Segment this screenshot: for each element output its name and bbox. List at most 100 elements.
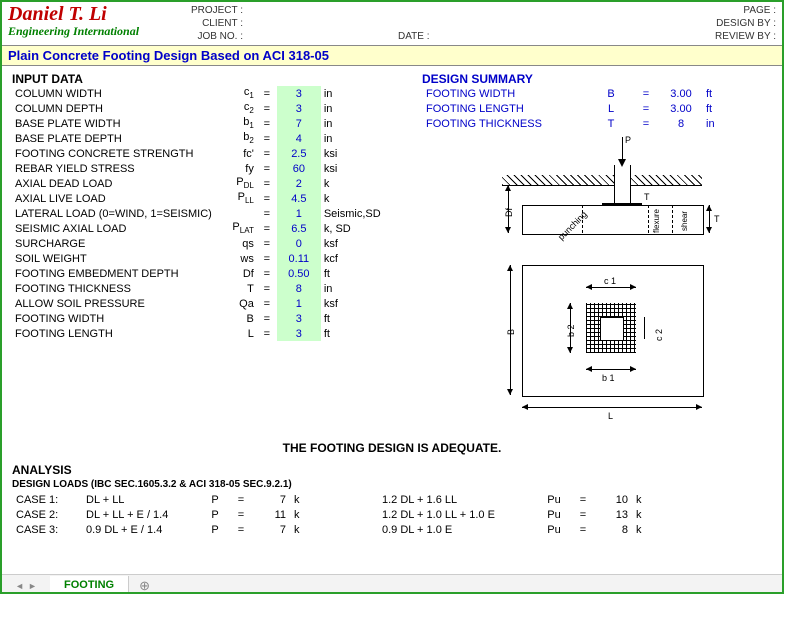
input-unit: ft — [321, 266, 417, 281]
factored-combo: 1.2 DL + 1.6 LL — [378, 492, 536, 507]
Pu-symbol: Pu — [536, 522, 572, 537]
equals: = — [257, 221, 277, 236]
input-symbol: PLAT — [215, 221, 257, 236]
equals: = — [257, 86, 277, 101]
input-value[interactable]: 60 — [277, 161, 321, 176]
client-label: CLIENT : — [178, 17, 243, 30]
input-value[interactable]: 1 — [277, 296, 321, 311]
P-value: 7 — [252, 492, 290, 507]
sum-value: 8 — [660, 116, 702, 131]
equals: = — [257, 176, 277, 191]
P-value: 7 — [252, 522, 290, 537]
input-value[interactable]: 4.5 — [277, 191, 321, 206]
equals: = — [257, 251, 277, 266]
input-desc: FOOTING LENGTH — [12, 326, 215, 341]
diag-B-label: B — [506, 329, 516, 335]
input-value[interactable]: 2 — [277, 176, 321, 191]
case-label: CASE 1: — [12, 492, 82, 507]
Pu-value: 8 — [594, 522, 632, 537]
load-case-row: CASE 1:DL + LLP=7k1.2 DL + 1.6 LLPu=10k — [12, 492, 660, 507]
equals: = — [257, 116, 277, 131]
load-case-row: CASE 3:0.9 DL + E / 1.4P=7k0.9 DL + 1.0 … — [12, 522, 660, 537]
case-label: CASE 3: — [12, 522, 82, 537]
input-desc: AXIAL LIVE LOAD — [12, 191, 215, 206]
meta-left: PROJECT : CLIENT : JOB NO. : — [178, 4, 398, 43]
service-combo: DL + LL + E / 1.4 — [82, 507, 200, 522]
tab-add-button[interactable]: ⊕ — [129, 578, 160, 594]
input-row: FOOTING WIDTHB=3ft — [12, 311, 417, 326]
input-value[interactable]: 2.5 — [277, 146, 321, 161]
sum-symbol: T — [590, 116, 632, 131]
service-combo: DL + LL — [82, 492, 200, 507]
input-unit: k — [321, 191, 417, 206]
Pu-symbol: Pu — [536, 492, 572, 507]
input-value[interactable]: 6.5 — [277, 221, 321, 236]
meta-right: PAGE : DESIGN BY : REVIEW BY : — [606, 4, 776, 43]
P-symbol: P — [200, 522, 230, 537]
input-value[interactable]: 3 — [277, 86, 321, 101]
case-label: CASE 2: — [12, 507, 82, 522]
diag-L-label: L — [608, 411, 613, 421]
input-row: LATERAL LOAD (0=WIND, 1=SEISMIC)=1Seismi… — [12, 206, 417, 221]
date-label: DATE : — [398, 31, 429, 42]
input-symbol: B — [215, 311, 257, 326]
tab-footing[interactable]: FOOTING — [50, 576, 129, 594]
input-unit: in — [321, 101, 417, 116]
diag-b1-label: b 1 — [602, 373, 615, 383]
input-value[interactable]: 7 — [277, 116, 321, 131]
title-bar: Plain Concrete Footing Design Based on A… — [2, 45, 782, 66]
input-symbol: c2 — [215, 101, 257, 116]
input-value[interactable]: 3 — [277, 311, 321, 326]
summary-heading: DESIGN SUMMARY — [422, 72, 772, 86]
diag-b2-label: b 2 — [566, 324, 576, 337]
equals: = — [257, 266, 277, 281]
input-table: COLUMN WIDTHc1=3inCOLUMN DEPTHc2=3inBASE… — [12, 86, 417, 341]
equals: = — [257, 101, 277, 116]
analysis-heading: ANALYSIS — [12, 463, 772, 477]
input-symbol: b2 — [215, 131, 257, 146]
summary-row: FOOTING THICKNESST=8in — [422, 116, 732, 131]
input-row: SOIL WEIGHTws=0.11kcf — [12, 251, 417, 266]
equals: = — [257, 131, 277, 146]
diag-Df-label: Df — [504, 208, 514, 217]
factored-combo: 1.2 DL + 1.0 LL + 1.0 E — [378, 507, 536, 522]
input-value[interactable]: 0.11 — [277, 251, 321, 266]
tab-last-icon[interactable]: ► — [28, 581, 37, 591]
input-value[interactable]: 0.50 — [277, 266, 321, 281]
input-desc: FOOTING EMBEDMENT DEPTH — [12, 266, 215, 281]
input-row: FOOTING THICKNESST=8in — [12, 281, 417, 296]
input-unit: ksi — [321, 146, 417, 161]
input-value[interactable]: 3 — [277, 326, 321, 341]
equals: = — [572, 522, 594, 537]
input-symbol: fy — [215, 161, 257, 176]
equals: = — [572, 507, 594, 522]
input-value[interactable]: 3 — [277, 101, 321, 116]
diag-T-dim: T — [714, 214, 720, 224]
input-row: AXIAL DEAD LOADPDL=2k — [12, 176, 417, 191]
Pu-unit: k — [632, 492, 660, 507]
equals: = — [257, 311, 277, 326]
sum-value: 3.00 — [660, 86, 702, 101]
input-value[interactable]: 1 — [277, 206, 321, 221]
designby-label: DESIGN BY : — [606, 17, 776, 30]
sum-symbol: L — [590, 101, 632, 116]
equals: = — [257, 236, 277, 251]
tab-first-icon[interactable]: ◄ — [15, 581, 24, 591]
tab-nav-arrows[interactable]: ◄ ► — [2, 581, 50, 591]
summary-row: FOOTING LENGTHL=3.00ft — [422, 101, 732, 116]
input-symbol: b1 — [215, 116, 257, 131]
input-value[interactable]: 4 — [277, 131, 321, 146]
input-desc: LATERAL LOAD (0=WIND, 1=SEISMIC) — [12, 206, 215, 221]
diag-shear-label: shear — [680, 211, 689, 231]
sheet-tab-bar: ◄ ► FOOTING ⊕ — [2, 574, 782, 594]
input-value[interactable]: 0 — [277, 236, 321, 251]
input-row: ALLOW SOIL PRESSUREQa=1ksf — [12, 296, 417, 311]
sum-desc: FOOTING THICKNESS — [422, 116, 590, 131]
factored-combo: 0.9 DL + 1.0 E — [378, 522, 536, 537]
P-unit: k — [290, 492, 378, 507]
load-case-row: CASE 2:DL + LL + E / 1.4P=11k1.2 DL + 1.… — [12, 507, 660, 522]
input-unit: in — [321, 116, 417, 131]
meta-mid: DATE : — [398, 4, 606, 43]
input-value[interactable]: 8 — [277, 281, 321, 296]
diag-T-label: T — [644, 192, 650, 202]
